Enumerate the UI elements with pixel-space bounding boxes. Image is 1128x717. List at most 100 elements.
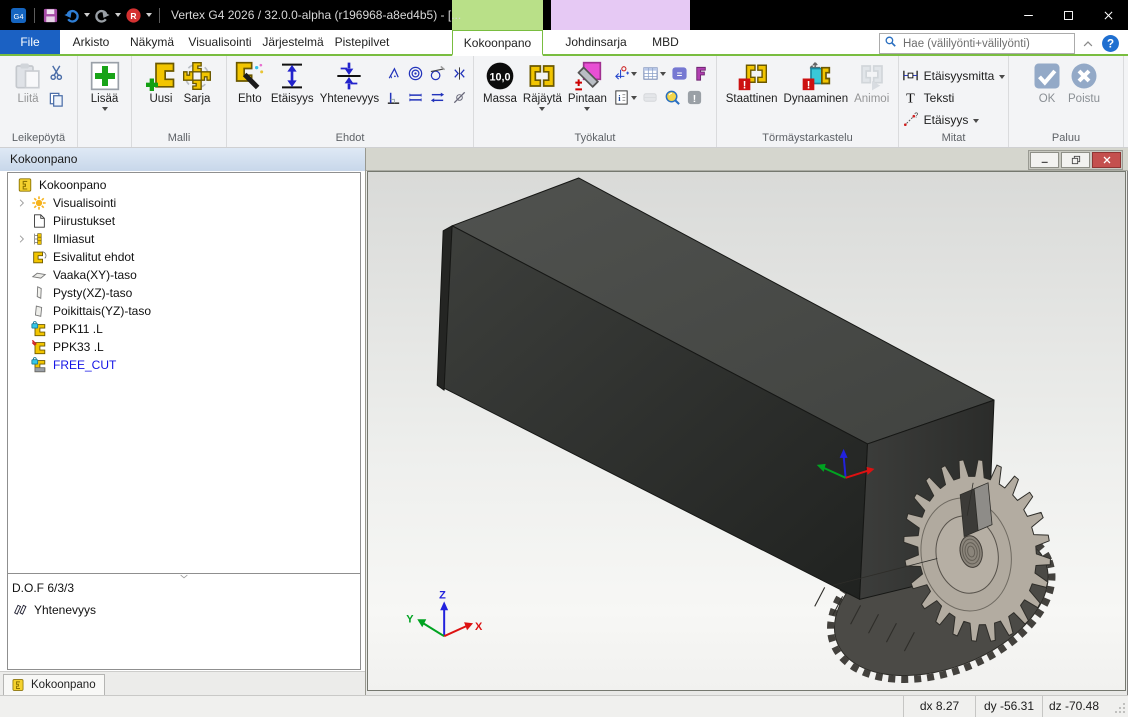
distance-button[interactable]: Etäisyys [268,61,317,105]
cut-button[interactable] [48,64,65,81]
tab-mbd[interactable]: MBD [641,30,690,54]
expand-chevron-icon[interactable] [17,234,31,244]
measure-xyz-button[interactable] [613,65,637,82]
document-minimize-button[interactable] [1030,152,1059,168]
angle-button[interactable] [385,65,402,82]
tree-item-piirustukset[interactable]: Piirustukset [8,212,360,230]
model-canvas[interactable]: Z Y X [368,172,1125,690]
help-button[interactable]: ? [1101,34,1120,53]
ribbon-group-ehdot: EhtoEtäisyysYhtenevyysEhdot [227,56,474,147]
tree-item-kokoonpano[interactable]: Kokoonpano [8,176,360,194]
window-maximize-button[interactable] [1048,0,1088,30]
condition-button[interactable]: Ehto [232,61,268,105]
dropdown-caret-icon[interactable] [539,107,545,111]
distance-tool-button[interactable]: ?Etäisyys [902,111,1006,128]
redo-button[interactable] [94,7,111,24]
tree-item-poikittais-yz-taso[interactable]: Poikittais(YZ)-taso [8,302,360,320]
info-button[interactable]: i [613,89,637,106]
document-restore-button[interactable] [1061,152,1090,168]
dropdown-caret-icon[interactable] [660,72,666,76]
tree-item-ppk33-l[interactable]: PPK33 .L [8,338,360,356]
tree-item-vaaka-xy-taso[interactable]: Vaaka(XY)-taso [8,266,360,284]
dropdown-caret-icon[interactable] [84,13,90,17]
undo-button[interactable] [63,7,80,24]
save-button[interactable] [42,7,59,24]
document-window-strip [366,148,1128,171]
concentric-button[interactable] [407,65,424,82]
tree-item-pysty-xz-taso[interactable]: Pysty(XZ)-taso [8,284,360,302]
ribbon-group-malli: UusiSarjaMalli [132,56,227,147]
dynamic-check-button[interactable]: !Dynaaminen [781,61,852,105]
animate-button[interactable]: Animoi [851,61,892,105]
tree-item-visualisointi[interactable]: Visualisointi [8,194,360,212]
tab-näkymä[interactable]: Näkymä [123,30,181,54]
paste-button[interactable]: Liitä [10,61,46,105]
planeflat-icon [31,267,47,283]
notice-button[interactable]: ! [686,89,703,106]
explode-button[interactable]: Räjäytä [520,61,565,111]
vertex-r-button[interactable]: R [125,7,142,24]
dropdown-caret-icon[interactable] [973,119,979,123]
dropdown-caret-icon[interactable] [999,75,1005,79]
exit-button[interactable]: Poistu [1065,61,1103,105]
new-button[interactable]: Uusi [143,61,179,105]
coincidence-button[interactable]: Yhtenevyys [317,61,382,105]
panel-tab-kokoonpano[interactable]: Kokoonpano [3,674,105,695]
tab-kokoonpano[interactable]: Kokoonpano [452,30,543,56]
window-close-button[interactable] [1088,0,1128,30]
search-box[interactable] [879,33,1075,54]
parallel-button[interactable] [407,89,424,106]
tab-arkisto[interactable]: Arkisto [62,30,120,54]
dropdown-caret-icon[interactable] [115,13,121,17]
no-constraint-button[interactable] [451,89,468,106]
ribbon-group-mitat: EtäisyysmittaTTeksti?EtäisyysMitat [899,56,1009,147]
symmetry-button[interactable] [451,65,468,82]
clamp-button[interactable] [693,65,710,82]
perpendicular-button[interactable] [385,89,402,106]
collapse-ribbon-icon[interactable] [1081,37,1095,51]
ribbon-group-label: Törmäystarkastelu [717,132,898,144]
dropdown-caret-icon[interactable] [102,107,108,111]
tab-file[interactable]: File [0,30,60,54]
table-button[interactable] [642,65,666,82]
tab-järjestelmä[interactable]: Järjestelmä [259,30,327,54]
copy-button[interactable] [48,91,65,108]
3d-viewport[interactable]: Z Y X [367,171,1126,691]
add-button[interactable]: Lisää [87,61,123,111]
document-close-button[interactable] [1092,152,1121,168]
expand-chevron-icon[interactable] [17,198,31,208]
dropdown-caret-icon[interactable] [631,96,637,100]
dof-item-coincidence[interactable]: Yhtenevyys [8,595,360,617]
ribbon-group-paluu: OKPoistuPaluu [1009,56,1124,147]
resize-grip[interactable] [1114,702,1126,717]
tree-item-free-cut[interactable]: FREE_CUT [8,356,360,374]
tab-visualisointi[interactable]: Visualisointi [184,30,256,54]
swap-direction-button[interactable] [429,89,446,106]
static-check-button[interactable]: !Staattinen [723,61,781,105]
tree-item-esivalitut-ehdot[interactable]: Esivalitut ehdot [8,248,360,266]
equivalence-button[interactable]: = [671,65,688,82]
rows-button[interactable] [642,89,659,106]
dropdown-caret-icon[interactable] [631,72,637,76]
distance-dimension-button[interactable]: Etäisyysmitta [902,67,1006,84]
dropdown-caret-icon[interactable] [584,107,590,111]
titlebar-separator [34,8,35,23]
series-button[interactable]: Sarja [179,61,215,105]
text-dimension-button[interactable]: TTeksti [902,89,1006,106]
tree-item-ilmiasut[interactable]: Ilmiasut [8,230,360,248]
dropdown-caret-icon[interactable] [146,13,152,17]
ok-button[interactable]: OK [1029,61,1065,105]
mass-button[interactable]: 10,0Massa [480,61,520,105]
status-cell-dz: dz -70.48 [1042,696,1105,717]
g4-logo-button[interactable]: G4 [10,7,27,24]
splitter-chevron-icon[interactable] [177,572,191,582]
window-minimize-button[interactable] [1008,0,1048,30]
search-input[interactable] [901,37,1070,51]
to-surface-button[interactable]: Pintaan [565,61,610,111]
tree-item-ppk11-l[interactable]: PPK11 .L [8,320,360,338]
zoom-search-button[interactable] [664,89,681,106]
tab-pistepilvet[interactable]: Pistepilvet [330,30,394,54]
context-group-green [452,0,543,30]
tangent-button[interactable] [429,65,446,82]
tab-johdinsarja[interactable]: Johdinsarja [551,30,641,54]
